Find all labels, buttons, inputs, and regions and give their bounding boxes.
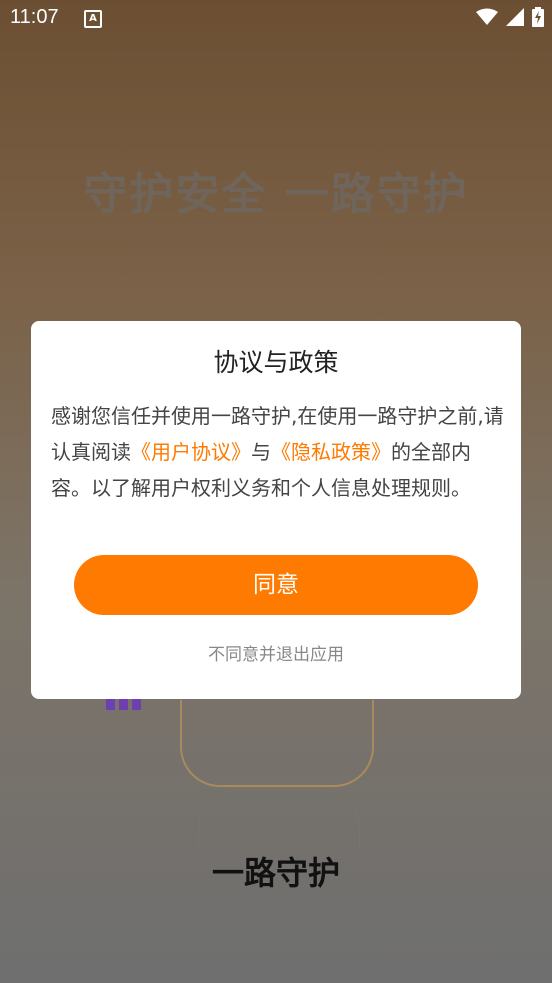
dialog-title: 协议与政策 bbox=[213, 348, 339, 377]
wifi-icon bbox=[476, 8, 498, 25]
status-icons bbox=[476, 7, 544, 27]
privacy-policy-link[interactable]: 《隐私政策》 bbox=[271, 440, 391, 464]
battery-charging-icon bbox=[532, 7, 544, 27]
status-time: 11:07 bbox=[10, 6, 59, 28]
a-notification-icon: A bbox=[84, 10, 102, 28]
signal-icon bbox=[506, 8, 524, 26]
status-bar: 11:07 A bbox=[0, 0, 552, 36]
decorative-shape bbox=[180, 700, 374, 787]
agreement-dialog: 协议与政策 感谢您信任并使用一路守护,在使用一路守护之前,请认真阅读《用户协议》… bbox=[31, 321, 521, 699]
slogan-text: 守护安全 一路守护 bbox=[83, 169, 469, 220]
decorative-dots bbox=[106, 698, 141, 710]
body-text-and: 与 bbox=[251, 440, 271, 464]
dialog-body: 感谢您信任并使用一路守护,在使用一路守护之前,请认真阅读《用户协议》与《隐私政策… bbox=[51, 398, 506, 506]
decline-exit-button[interactable]: 不同意并退出应用 bbox=[31, 640, 521, 665]
agree-button[interactable]: 同意 bbox=[74, 555, 478, 615]
decorative-reflection bbox=[198, 790, 360, 851]
app-name: 一路守护 bbox=[211, 854, 340, 892]
user-agreement-link[interactable]: 《用户协议》 bbox=[131, 440, 251, 464]
